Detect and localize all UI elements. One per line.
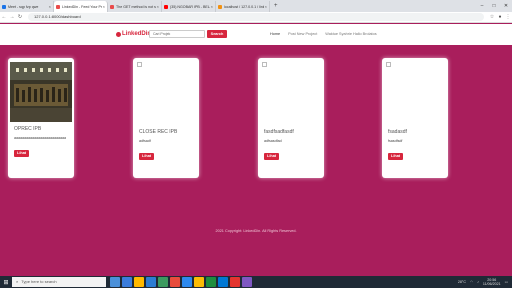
menu-icon[interactable]: ⋮ [504,14,512,20]
profile-icon[interactable]: ● [496,14,504,20]
card-title: fsadasdf [388,129,407,135]
address-bar: ← → ↻ 127.0.0.1:8000/dashboard ☆ ● ⋮ [0,12,512,23]
view-button[interactable]: Lihat [388,152,404,160]
tab-title: The GET method is not supp [116,4,156,9]
card-title: CLOSE REC IPB [139,129,178,135]
clock[interactable]: 20:56 11/06/2021 [483,278,501,286]
wifi-icon[interactable]: ◠ [470,280,473,284]
tab-close-icon[interactable]: × [265,4,267,9]
url-input[interactable]: 127.0.0.1:8000/dashboard [28,13,484,21]
search-button[interactable]: Search [207,30,227,38]
new-tab-button[interactable]: + [270,1,282,12]
tab-list: Meet - sqp fzp qwe × LinkedDin - Feed Your… [0,1,270,12]
tab-close-icon[interactable]: × [157,4,159,9]
tab-favicon-icon [56,4,60,9]
card-description: adfsasdfad [264,139,282,143]
taskbar-app-icon[interactable] [242,277,252,287]
taskbar-app-icon[interactable] [170,277,180,287]
view-button[interactable]: Lihat [264,152,280,160]
taskbar-search-placeholder: Type here to search [21,279,57,284]
nav-link-user[interactable]: Waktue Syahrie Hallo Brolatos [325,32,376,36]
maximize-button[interactable]: □ [488,0,500,12]
page-footer: 2021 Copyright: LinkedDin. All Rights Re… [215,229,297,233]
notification-icon[interactable]: ▭ [505,280,508,284]
windows-start-icon[interactable]: ⊞ [0,279,12,286]
view-button[interactable]: Lihat [14,149,30,157]
tab-favicon-icon [164,4,168,9]
tab-favicon-icon [2,4,6,9]
tab-title: LinkedDin - Feed Your Project Da [62,4,102,9]
browser-tab[interactable]: LinkedDin - Feed Your Project Da× [54,1,108,12]
site-navbar: LinkedDin Cari Projek Search Home Post N… [0,24,512,45]
card-title: OPREC IPB [14,126,42,132]
card-description: aaaaaaaaaaaaaaaaaaaaaaaaaa [14,136,66,140]
project-card: OPREC IPB aaaaaaaaaaaaaaaaaaaaaaaaaa Lih… [8,58,74,178]
logo-icon [116,31,121,37]
tab-favicon-icon [110,4,114,9]
nav-link-home[interactable]: Home [270,32,280,36]
taskbar-app-icon[interactable] [218,277,228,287]
tab-close-icon[interactable]: × [49,4,51,9]
minimize-button[interactable]: – [476,0,488,12]
tab-favicon-icon [218,4,222,9]
project-card: fasdfsadfasdf adfsasdfad Lihat [258,58,324,178]
taskbar-app-icon[interactable] [194,277,204,287]
project-card: fsadasdf fsasdfsdf Lihat [382,58,448,178]
card-description: fsasdfsdf [388,139,403,143]
taskbar-app-icon[interactable] [158,277,168,287]
close-window-button[interactable]: ✕ [500,0,512,12]
clock-date: 11/06/2021 [482,282,501,286]
tab-title: (35) NGOBAR IPB - BELAJAR LAR [170,4,210,9]
taskbar-app-icon[interactable] [122,277,132,287]
tab-close-icon[interactable]: × [211,4,213,9]
search-icon: ⌕ [16,279,19,284]
tab-title: localhost / 127.0.0.1 / linked / p [224,4,264,9]
taskbar: ⊞ ⌕ Type here to search 28°C ◠ ♪ 20:56 1… [0,276,512,288]
browser-tab[interactable]: The GET method is not supp× [108,1,162,12]
star-icon[interactable]: ☆ [488,14,496,20]
browser-tab[interactable]: localhost / 127.0.0.1 / linked / p× [216,1,270,12]
taskbar-app-icon[interactable] [230,277,240,287]
forward-icon[interactable]: → [8,14,16,20]
volume-icon[interactable]: ♪ [477,280,479,284]
back-icon[interactable]: ← [0,14,8,20]
browser-tab[interactable]: (35) NGOBAR IPB - BELAJAR LAR× [162,1,216,12]
reload-icon[interactable]: ↻ [16,14,24,20]
taskbar-search-input[interactable]: ⌕ Type here to search [12,277,106,287]
taskbar-app-icon[interactable] [206,277,216,287]
browser-tab[interactable]: Meet - sqp fzp qwe × [0,1,54,12]
project-image [10,62,72,122]
view-button[interactable]: Lihat [139,152,155,160]
taskbar-app-icon[interactable] [134,277,144,287]
brand-name: LinkedDin [122,31,152,37]
card-description: adfsadf [139,139,151,143]
project-card: CLOSE REC IPB adfsadf Lihat [133,58,199,178]
taskbar-app-icon[interactable] [110,277,120,287]
system-tray: 28°C ◠ ♪ 20:56 11/06/2021 ▭ [458,278,512,286]
window-controls: – □ ✕ [476,0,512,12]
brand-logo[interactable]: LinkedDin [116,31,151,37]
taskbar-app-icon[interactable] [182,277,192,287]
nav-link-post-project[interactable]: Post New Project [288,32,317,36]
taskbar-apps [110,277,252,287]
search-input[interactable]: Cari Projek [149,30,205,38]
browser-tab-bar: Meet - sqp fzp qwe × LinkedDin - Feed Your… [0,0,512,12]
tab-title: Meet - sqp fzp qwe [8,4,39,9]
tab-close-icon[interactable]: × [103,4,105,9]
nav-links: Home Post New Project Waktue Syahrie Hal… [270,32,377,36]
card-title: fasdfsadfasdf [264,129,294,135]
weather-temperature[interactable]: 28°C [458,280,466,284]
taskbar-app-icon[interactable] [146,277,156,287]
